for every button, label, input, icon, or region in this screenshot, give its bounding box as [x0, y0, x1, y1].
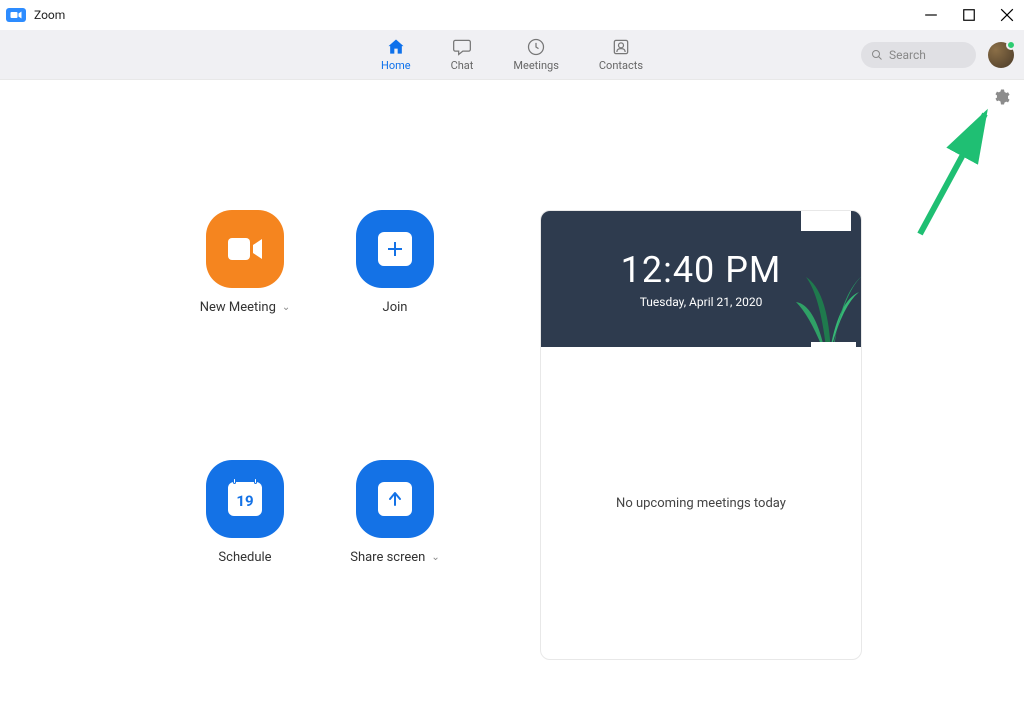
join-label: Join: [383, 300, 408, 315]
contacts-icon: [611, 37, 631, 57]
zoom-logo-icon: [6, 8, 26, 22]
decor-plant: [781, 247, 861, 347]
profile-avatar[interactable]: [988, 42, 1014, 68]
panel-header: 12:40 PM Tuesday, April 21, 2020: [541, 211, 861, 347]
plus-icon: [378, 232, 412, 266]
join-label-row: Join: [383, 300, 408, 315]
gear-icon: [992, 88, 1010, 106]
join-button[interactable]: [356, 210, 434, 288]
top-tabbar: Home Chat Meetings Contacts Search: [0, 30, 1024, 80]
panel-body: No upcoming meetings today: [541, 347, 861, 659]
share-screen-label: Share screen: [350, 550, 425, 565]
tab-meetings[interactable]: Meetings: [513, 37, 558, 72]
tab-contacts-label: Contacts: [599, 59, 643, 72]
action-grid: New Meeting ⌄ Join 19: [170, 210, 470, 660]
schedule-label: Schedule: [218, 550, 271, 565]
maximize-button[interactable]: [962, 8, 976, 22]
home-icon: [386, 37, 406, 57]
tab-chat[interactable]: Chat: [451, 37, 474, 72]
schedule-button[interactable]: 19: [206, 460, 284, 538]
titlebar-left: Zoom: [6, 8, 65, 22]
schedule-label-row: Schedule: [218, 550, 271, 565]
action-join: Join: [320, 210, 470, 410]
close-button[interactable]: [1000, 8, 1014, 22]
new-meeting-label-row[interactable]: New Meeting ⌄: [200, 300, 291, 315]
new-meeting-label: New Meeting: [200, 300, 276, 315]
tab-home[interactable]: Home: [381, 37, 411, 72]
clock-icon: [526, 37, 546, 57]
chevron-down-icon: ⌄: [282, 302, 290, 313]
settings-button[interactable]: [992, 88, 1010, 110]
new-meeting-button[interactable]: [206, 210, 284, 288]
arrow-up-icon: [378, 482, 412, 516]
calendar-icon: 19: [228, 482, 262, 516]
clock-time: 12:40 PM: [621, 249, 782, 291]
tab-meetings-label: Meetings: [513, 59, 558, 72]
tab-contacts[interactable]: Contacts: [599, 37, 643, 72]
chat-icon: [452, 37, 472, 57]
presence-indicator: [1006, 40, 1016, 50]
main-content: New Meeting ⌄ Join 19: [0, 110, 1024, 660]
action-share-screen: Share screen ⌄: [320, 460, 470, 660]
tabbar-right: Search: [861, 42, 1014, 68]
video-icon: [225, 234, 265, 264]
sub-toolbar: [0, 80, 1024, 110]
action-schedule: 19 Schedule: [170, 460, 320, 660]
share-screen-button[interactable]: [356, 460, 434, 538]
share-screen-label-row[interactable]: Share screen ⌄: [350, 550, 440, 565]
search-input[interactable]: Search: [861, 42, 976, 68]
calendar-day-number: 19: [236, 492, 253, 510]
tab-home-label: Home: [381, 59, 411, 72]
search-icon: [871, 49, 883, 61]
window-title: Zoom: [34, 8, 65, 22]
no-meetings-text: No upcoming meetings today: [616, 496, 786, 511]
chevron-down-icon: ⌄: [431, 552, 439, 563]
upcoming-panel: 12:40 PM Tuesday, April 21, 2020 No upco…: [540, 210, 862, 660]
window-controls: [924, 8, 1014, 22]
nav-tabs: Home Chat Meetings Contacts: [381, 37, 643, 72]
search-placeholder: Search: [889, 48, 926, 62]
action-new-meeting: New Meeting ⌄: [170, 210, 320, 410]
decor-pot: [801, 211, 851, 231]
clock-date: Tuesday, April 21, 2020: [640, 295, 763, 309]
window-titlebar: Zoom: [0, 0, 1024, 30]
tab-chat-label: Chat: [451, 59, 474, 72]
minimize-button[interactable]: [924, 8, 938, 22]
